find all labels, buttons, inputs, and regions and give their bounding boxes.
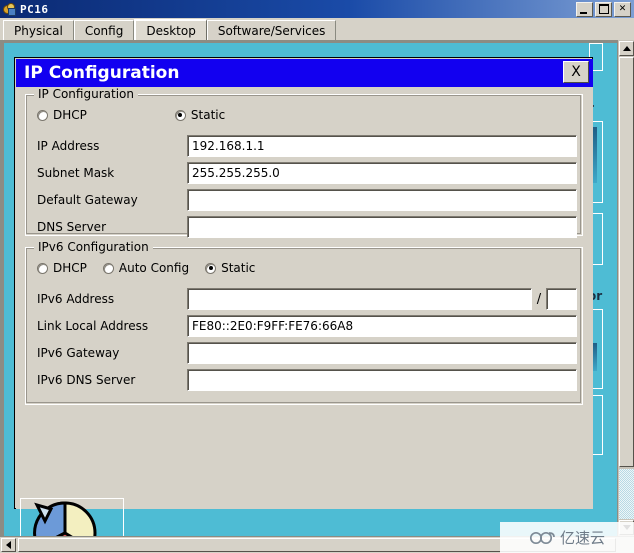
dns-server-input[interactable]	[187, 216, 577, 238]
ipv4-static-radio[interactable]: Static	[174, 108, 247, 122]
ipv6-prefix-length-input[interactable]	[546, 288, 577, 310]
tab-desktop[interactable]: Desktop	[134, 19, 207, 40]
ipv6-dns-server-input[interactable]	[187, 369, 577, 391]
chevron-left-icon	[6, 541, 11, 549]
ipv6-address-row: IPv6 Address /	[37, 288, 577, 310]
subnet-mask-label: Subnet Mask	[37, 166, 115, 180]
ipv6-group-legend: IPv6 Configuration	[34, 240, 153, 254]
tab-physical[interactable]: Physical	[3, 20, 74, 40]
close-button[interactable]: ✕	[614, 1, 631, 17]
ipv6-gateway-row: IPv6 Gateway	[37, 342, 577, 364]
packet-tracer-device-window: PC16 ✕ Physical Config Desktop Software/…	[0, 0, 634, 553]
ipv6-dns-server-row: IPv6 DNS Server	[37, 369, 577, 391]
ipv6-mode-radio-group: DHCP Auto Config Static	[37, 261, 281, 275]
ipv4-configuration-group: IP Configuration DHCP Static IP Address	[25, 87, 583, 238]
subnet-mask-input[interactable]: 255.255.255.0	[187, 162, 577, 184]
ipv6-address-input[interactable]	[187, 288, 532, 310]
ipv6-static-label: Static	[221, 261, 256, 275]
ipv6-auto-config-radio[interactable]: Auto Config	[102, 261, 201, 275]
window-controls: ✕	[576, 1, 631, 17]
link-local-address-input[interactable]: FE80::2E0:F9FF:FE76:66A8	[187, 315, 577, 337]
vertical-scrollbar-track[interactable]	[619, 469, 634, 519]
window-titlebar: PC16 ✕	[0, 0, 634, 18]
ipv4-static-label: Static	[190, 108, 226, 122]
ip-address-input[interactable]: 192.168.1.1	[187, 135, 577, 157]
vertical-scrollbar-thumb[interactable]	[619, 57, 634, 467]
maximize-button[interactable]	[595, 1, 612, 17]
scroll-left-button[interactable]	[1, 538, 16, 552]
ipv4-subnet-mask-row: Subnet Mask 255.255.255.0	[37, 162, 577, 184]
radio-off-icon	[37, 109, 48, 121]
watermark: 亿速云	[500, 522, 634, 553]
ipv6-prefix-separator: /	[536, 291, 542, 307]
ip-address-label: IP Address	[37, 139, 100, 153]
dialog-close-button[interactable]: X	[563, 61, 589, 83]
ipv6-gateway-label: IPv6 Gateway	[37, 346, 120, 360]
desktop-panel: r or IP Configuration X IP Configuration	[0, 40, 634, 553]
ipv6-dhcp-radio[interactable]: DHCP	[37, 261, 99, 275]
ipv4-default-gateway-row: Default Gateway	[37, 189, 577, 211]
ipv4-mode-radio-group: DHCP Static	[37, 108, 251, 122]
default-gateway-input[interactable]	[187, 189, 577, 211]
radio-off-icon	[102, 262, 114, 274]
ipv4-ip-address-row: IP Address 192.168.1.1	[37, 135, 577, 157]
dialog-title: IP Configuration	[24, 63, 180, 83]
ipv6-auto-config-label: Auto Config	[118, 261, 190, 275]
radio-off-icon	[37, 262, 48, 274]
radio-on-icon	[174, 109, 186, 121]
device-icon	[2, 2, 16, 16]
radio-on-icon	[205, 262, 217, 274]
dialog-titlebar: IP Configuration	[16, 59, 593, 87]
desktop-top-border	[0, 40, 634, 43]
ipv4-group-legend: IP Configuration	[34, 87, 138, 101]
vertical-scrollbar[interactable]	[617, 40, 634, 536]
watermark-text: 亿速云	[559, 529, 605, 547]
cloud-logo-icon	[529, 531, 555, 544]
ipv6-address-label: IPv6 Address	[37, 292, 115, 306]
tab-software-services[interactable]: Software/Services	[206, 20, 337, 40]
ipv6-link-local-row: Link Local Address FE80::2E0:F9FF:FE76:6…	[37, 315, 577, 337]
dns-server-label: DNS Server	[37, 220, 106, 234]
ipv4-dhcp-label: DHCP	[53, 108, 87, 122]
tab-config[interactable]: Config	[73, 20, 135, 40]
ipv6-gateway-input[interactable]	[187, 342, 577, 364]
ipv6-configuration-group: IPv6 Configuration DHCP Auto Config Stat…	[25, 240, 583, 405]
ipv6-dns-server-label: IPv6 DNS Server	[37, 373, 136, 387]
tab-strip: Physical Config Desktop Software/Service…	[0, 18, 634, 40]
ip-configuration-dialog: IP Configuration X IP Configuration DHCP	[14, 57, 593, 509]
ipv6-static-radio[interactable]: Static	[205, 261, 277, 275]
ipv6-dhcp-label: DHCP	[53, 261, 87, 275]
ipv4-dns-server-row: DNS Server	[37, 216, 577, 238]
window-title: PC16	[20, 2, 49, 16]
minimize-button[interactable]	[576, 1, 593, 17]
default-gateway-label: Default Gateway	[37, 193, 138, 207]
link-local-address-label: Link Local Address	[37, 319, 149, 333]
ipv4-dhcp-radio[interactable]: DHCP	[37, 108, 109, 122]
desktop-left-border	[0, 40, 4, 553]
scroll-up-button[interactable]	[619, 41, 634, 56]
chevron-up-icon	[622, 46, 631, 51]
dialog-body: IP Configuration DHCP Static IP Address	[16, 87, 593, 509]
